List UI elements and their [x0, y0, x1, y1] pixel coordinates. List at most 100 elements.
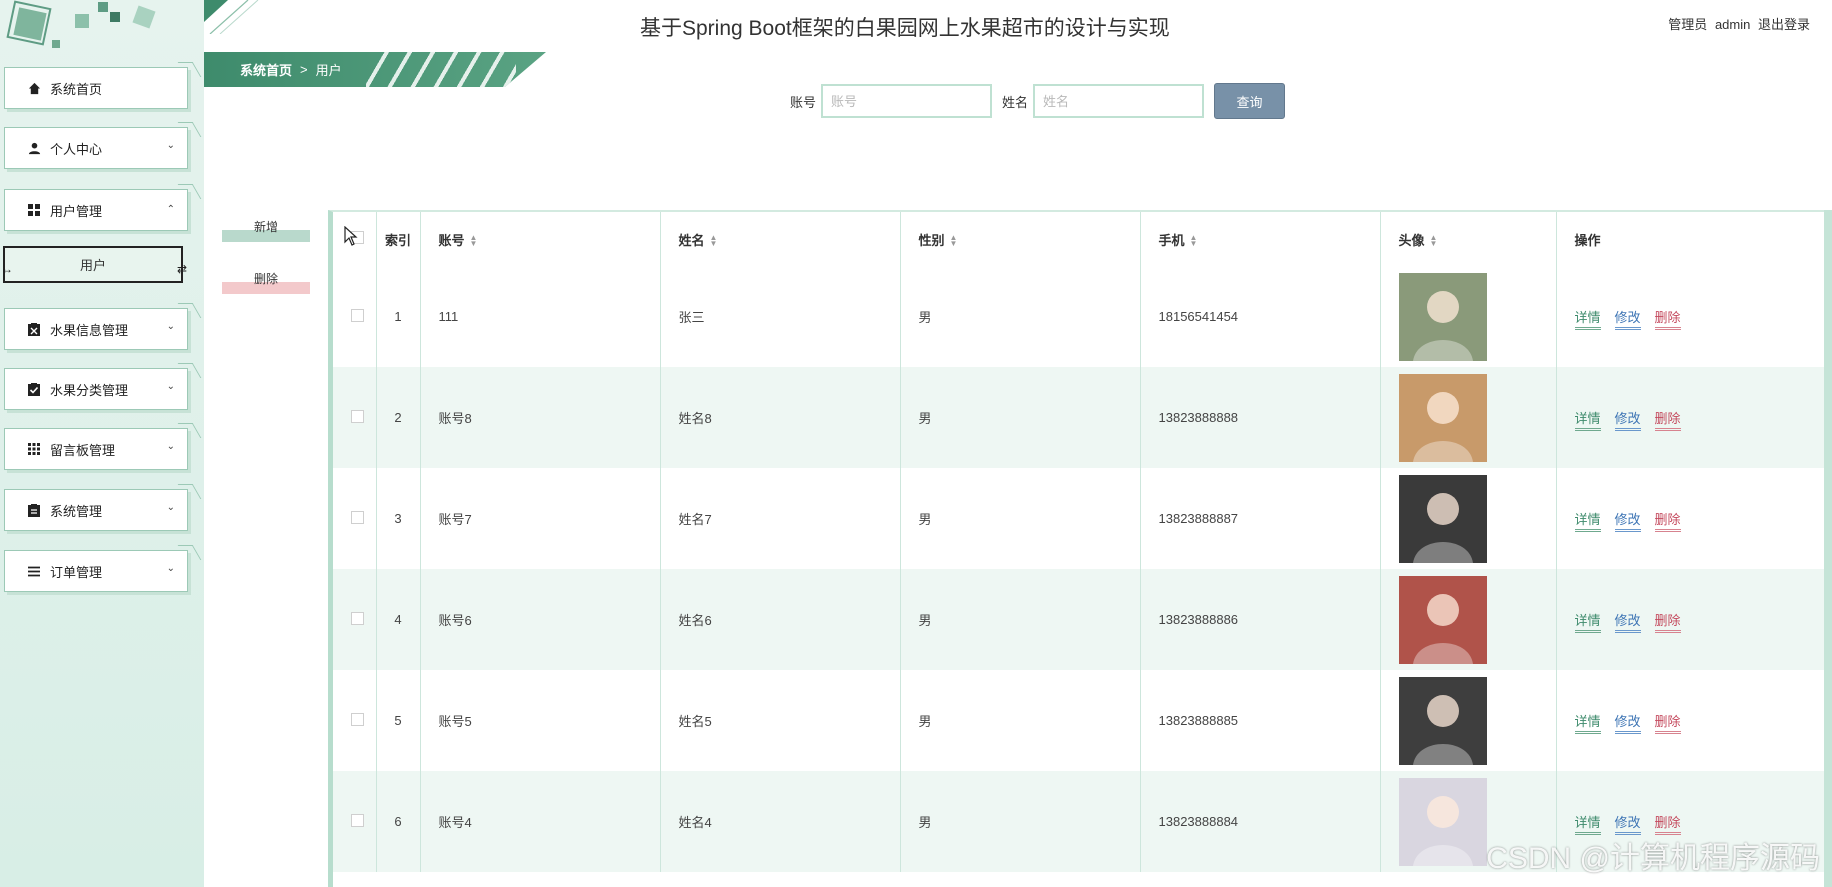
breadcrumb-separator: >: [300, 62, 308, 77]
sidebar: 系统首页 个人中心 ⌄ 用户管理 ⌃ ↔ 用户 ⇄ 水果信息管理 ⌄ 水果分类管…: [0, 0, 204, 887]
sort-icon[interactable]: ▲ ▼: [1190, 234, 1198, 248]
row-phone: 13823888888: [1140, 367, 1381, 468]
delete-link[interactable]: 删除: [1654, 512, 1681, 532]
grid-icon: [27, 203, 41, 217]
table-header-row: 索引 账号 ▲ ▼ 姓名 ▲ ▼ 性别 ▲ ▼ 手机 ▲ ▼ 头像 ▲ ▼ 操作: [333, 212, 1831, 266]
arrow-icon: ⇄: [176, 262, 187, 276]
list-icon: [27, 564, 41, 578]
detail-link[interactable]: 详情: [1574, 310, 1601, 330]
detail-link[interactable]: 详情: [1574, 613, 1601, 633]
edit-link[interactable]: 修改: [1614, 411, 1641, 431]
detail-link[interactable]: 详情: [1574, 815, 1601, 835]
row-gender: 男: [900, 569, 1141, 670]
row-index: 2: [376, 367, 421, 468]
row-checkbox[interactable]: [333, 670, 377, 771]
row-checkbox[interactable]: [333, 367, 377, 468]
column-header-account[interactable]: 账号 ▲ ▼: [420, 212, 661, 266]
home-icon: [27, 81, 41, 95]
delete-link[interactable]: 删除: [1654, 310, 1681, 330]
sort-icon[interactable]: ▲ ▼: [710, 234, 718, 248]
sidebar-item-message-board[interactable]: 留言板管理 ⌄: [4, 428, 188, 470]
clipboard-icon: [27, 503, 41, 517]
sort-icon[interactable]: ▲ ▼: [470, 234, 478, 248]
delete-link[interactable]: 删除: [1654, 714, 1681, 734]
avatar[interactable]: [1398, 575, 1487, 664]
person-icon: [27, 141, 41, 155]
sort-icon[interactable]: ▲ ▼: [950, 234, 958, 248]
table-row: 3 账号7 姓名7 男 13823888887 详情 修改 删除: [333, 468, 1831, 569]
row-name: 张三: [660, 266, 901, 367]
sidebar-item-home[interactable]: 系统首页: [4, 67, 188, 109]
row-name: 姓名4: [660, 771, 901, 872]
delete-link[interactable]: 删除: [1654, 613, 1681, 633]
table-row: 2 账号8 姓名8 男 13823888888 详情 修改 删除: [333, 367, 1831, 468]
row-phone: 18156541454: [1140, 266, 1381, 367]
row-account: 账号6: [420, 569, 661, 670]
chevron-down-icon: ⌄: [166, 321, 175, 332]
edit-link[interactable]: 修改: [1614, 310, 1641, 330]
chevron-up-icon: ⌃: [166, 204, 175, 215]
row-index: 4: [376, 569, 421, 670]
batch-delete-button[interactable]: 删除: [222, 268, 310, 294]
detail-link[interactable]: 详情: [1574, 411, 1601, 431]
sidebar-item-fruit-category[interactable]: 水果分类管理 ⌄: [4, 368, 188, 410]
column-header-avatar[interactable]: 头像 ▲ ▼: [1380, 212, 1557, 266]
name-search-input[interactable]: [1033, 84, 1205, 118]
account-search-input[interactable]: [821, 84, 993, 118]
row-gender: 男: [900, 771, 1141, 872]
row-name: 姓名8: [660, 367, 901, 468]
logout-link[interactable]: 退出登录: [1758, 17, 1810, 32]
avatar[interactable]: [1398, 373, 1487, 462]
edit-link[interactable]: 修改: [1614, 815, 1641, 835]
delete-link[interactable]: 删除: [1654, 411, 1681, 431]
sidebar-item-label: 系统首页: [50, 81, 103, 97]
column-header-name[interactable]: 姓名 ▲ ▼: [660, 212, 901, 266]
sidebar-item-fruit-info[interactable]: 水果信息管理 ⌄: [4, 308, 188, 350]
row-name: 姓名7: [660, 468, 901, 569]
row-account: 账号4: [420, 771, 661, 872]
row-checkbox[interactable]: [333, 771, 377, 872]
delete-button-label: 删除: [253, 272, 278, 286]
edit-link[interactable]: 修改: [1614, 613, 1641, 633]
detail-link[interactable]: 详情: [1574, 714, 1601, 734]
breadcrumb: 系统首页 > 用户: [204, 52, 546, 87]
account-label: 账号: [790, 94, 817, 110]
search-button[interactable]: 查询: [1214, 83, 1286, 119]
delete-link[interactable]: 删除: [1654, 815, 1681, 835]
add-button-label: 新增: [253, 220, 278, 234]
sidebar-item-order-management[interactable]: 订单管理 ⌄: [4, 550, 188, 592]
avatar[interactable]: [1398, 676, 1487, 765]
add-button[interactable]: 新增: [222, 216, 310, 242]
clipboard-x-icon: [27, 322, 41, 336]
clipboard-check-icon: [27, 382, 41, 396]
row-checkbox[interactable]: [333, 468, 377, 569]
chevron-down-icon: ⌄: [166, 140, 175, 151]
edit-link[interactable]: 修改: [1614, 714, 1641, 734]
row-phone: 13823888886: [1140, 569, 1381, 670]
username: admin: [1714, 17, 1751, 32]
breadcrumb-home[interactable]: 系统首页: [240, 60, 292, 79]
sidebar-item-label: 留言板管理: [50, 442, 116, 458]
sidebar-item-personal-center[interactable]: 个人中心 ⌄: [4, 127, 188, 169]
sidebar-item-system-management[interactable]: 系统管理 ⌄: [4, 489, 188, 531]
sidebar-item-user-management[interactable]: 用户管理 ⌃: [4, 189, 188, 231]
row-checkbox[interactable]: [333, 266, 377, 367]
row-checkbox[interactable]: [333, 569, 377, 670]
scrollbar[interactable]: [1824, 210, 1832, 887]
detail-link[interactable]: 详情: [1574, 512, 1601, 532]
row-account: 账号7: [420, 468, 661, 569]
row-avatar-cell: [1380, 569, 1557, 670]
mouse-cursor-icon: [344, 225, 358, 251]
column-header-gender[interactable]: 性别 ▲ ▼: [900, 212, 1141, 266]
column-header-phone[interactable]: 手机 ▲ ▼: [1140, 212, 1381, 266]
row-gender: 男: [900, 266, 1141, 367]
sort-icon[interactable]: ▲ ▼: [1430, 234, 1438, 248]
avatar[interactable]: [1398, 474, 1487, 563]
role-label: 管理员: [1668, 17, 1708, 32]
page-title: 基于Spring Boot框架的白果园网上水果超市的设计与实现: [640, 17, 1170, 40]
avatar[interactable]: [1398, 272, 1487, 361]
edit-link[interactable]: 修改: [1614, 512, 1641, 532]
avatar[interactable]: [1398, 777, 1487, 866]
row-account: 账号8: [420, 367, 661, 468]
sidebar-subitem-users[interactable]: ↔ 用户 ⇄: [1, 246, 187, 283]
